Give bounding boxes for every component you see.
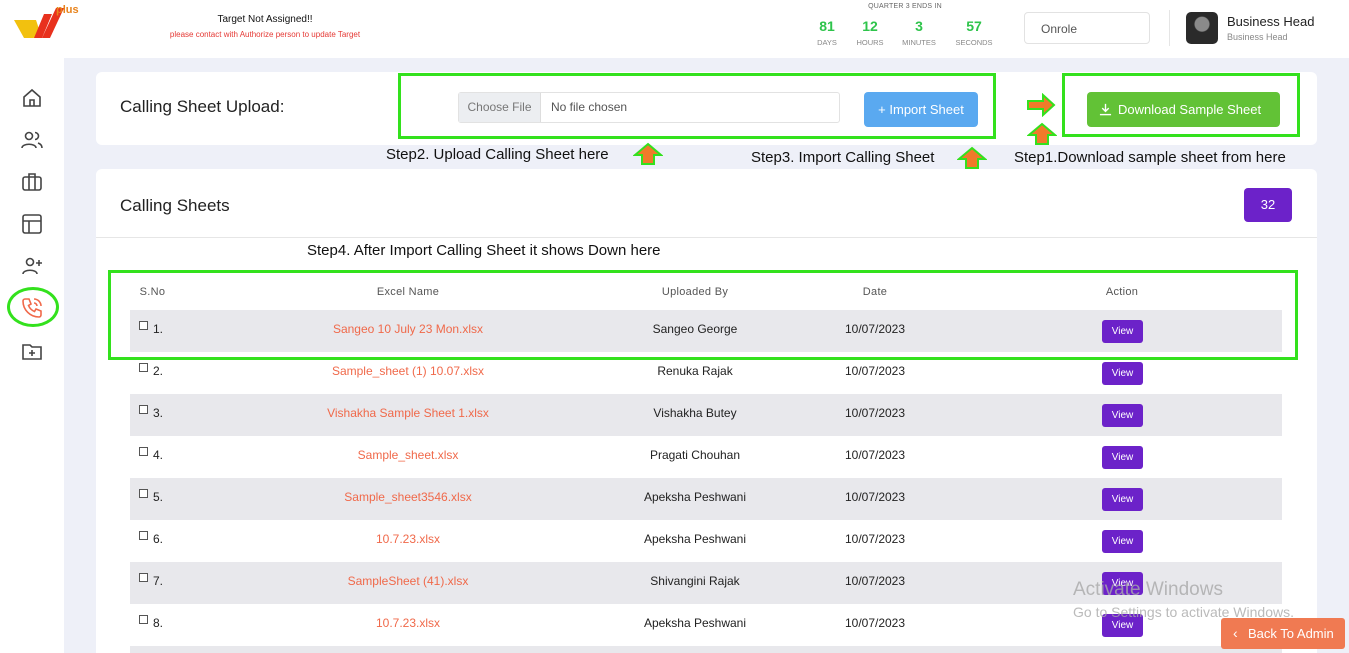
layout-icon[interactable] xyxy=(20,212,44,236)
annotation-box-upload xyxy=(398,73,996,139)
countdown-minutes: 3 MINUTES xyxy=(894,18,944,47)
row-checkbox[interactable] xyxy=(139,405,148,414)
row-date: 10/07/2023 xyxy=(844,490,906,504)
upload-title: Calling Sheet Upload: xyxy=(120,97,285,116)
chevron-left-icon: ‹ xyxy=(1233,625,1238,641)
row-file-link[interactable]: 10.7.23.xlsx xyxy=(260,532,556,546)
countdown-label: HOURS xyxy=(856,38,884,47)
row-file-link[interactable]: Sample_sheet (1) 10.07.xlsx xyxy=(260,364,556,378)
arrow-up-icon xyxy=(633,142,663,165)
row-sno: 6. xyxy=(153,532,164,546)
add-user-icon[interactable] xyxy=(20,254,44,278)
target-status-subtitle: please contact with Authorize person to … xyxy=(169,30,361,39)
countdown-heading: QUARTER 3 ENDS IN xyxy=(868,3,942,10)
countdown-value: 57 xyxy=(966,18,982,34)
user-role: Business Head xyxy=(1227,32,1288,42)
table-row: 5. Sample_sheet3546.xlsx Apeksha Peshwan… xyxy=(130,478,1282,520)
sheet-count-badge: 32 xyxy=(1244,188,1292,222)
row-sno: 5. xyxy=(153,490,164,504)
folder-plus-icon[interactable] xyxy=(20,339,44,363)
user-name[interactable]: Business Head xyxy=(1227,14,1314,29)
arrow-up-icon xyxy=(957,146,987,169)
row-sno: 7. xyxy=(153,574,164,588)
row-date: 10/07/2023 xyxy=(844,364,906,378)
table-row: 6. 10.7.23.xlsx Apeksha Peshwani 10/07/2… xyxy=(130,520,1282,562)
active-item-highlight xyxy=(7,287,59,327)
header-divider xyxy=(1169,10,1170,46)
card-divider xyxy=(96,237,1317,238)
table-row: 4. Sample_sheet.xlsx Pragati Chouhan 10/… xyxy=(130,436,1282,478)
row-checkbox[interactable] xyxy=(139,615,148,624)
top-header: plus Target Not Assigned!! please contac… xyxy=(0,0,1349,58)
row-uploaded-by: Renuka Rajak xyxy=(657,364,733,378)
avatar[interactable] xyxy=(1186,12,1218,44)
row-checkbox[interactable] xyxy=(139,489,148,498)
countdown-label: SECONDS xyxy=(955,38,993,47)
annotation-step1: Step1.Download sample sheet from here xyxy=(1014,149,1286,166)
row-date: 10/07/2023 xyxy=(844,406,906,420)
arrow-up-icon xyxy=(1027,122,1057,145)
row-date: 10/07/2023 xyxy=(844,574,906,588)
w-plus-logo[interactable] xyxy=(12,4,92,44)
calling-sheets-title: Calling Sheets xyxy=(120,196,230,215)
row-date: 10/07/2023 xyxy=(844,448,906,462)
row-file-link[interactable]: Vishakha Sample Sheet 1.xlsx xyxy=(260,406,556,420)
sidebar xyxy=(0,58,64,653)
row-sno: 2. xyxy=(153,364,164,378)
briefcase-icon[interactable] xyxy=(20,170,44,194)
home-icon[interactable] xyxy=(20,86,44,110)
row-sno: 3. xyxy=(153,406,164,420)
row-uploaded-by: Apeksha Peshwani xyxy=(643,616,747,630)
row-checkbox[interactable] xyxy=(139,573,148,582)
table-row: 3. Vishakha Sample Sheet 1.xlsx Vishakha… xyxy=(130,394,1282,436)
annotation-step2: Step2. Upload Calling Sheet here xyxy=(386,146,609,163)
countdown-label: MINUTES xyxy=(902,38,936,47)
row-checkbox[interactable] xyxy=(139,447,148,456)
view-button[interactable]: View xyxy=(1102,404,1143,427)
countdown-hours: 12 HOURS xyxy=(845,18,895,47)
table-row xyxy=(130,646,1282,653)
back-to-admin-button[interactable]: ‹ Back To Admin xyxy=(1221,618,1345,649)
row-date: 10/07/2023 xyxy=(844,532,906,546)
row-file-link[interactable]: Sample_sheet.xlsx xyxy=(260,448,556,462)
row-file-link[interactable]: 10.7.23.xlsx xyxy=(260,616,556,630)
status-select[interactable]: Onrole xyxy=(1024,12,1150,44)
countdown-value: 3 xyxy=(915,18,923,34)
row-checkbox[interactable] xyxy=(139,531,148,540)
row-uploaded-by: Pragati Chouhan xyxy=(649,448,741,462)
row-file-link[interactable]: SampleSheet (41).xlsx xyxy=(260,574,556,588)
users-icon[interactable] xyxy=(20,128,44,152)
annotation-step3: Step3. Import Calling Sheet xyxy=(751,149,935,166)
countdown-seconds: 57 SECONDS xyxy=(949,18,999,47)
arrow-right-icon xyxy=(1027,93,1056,117)
view-button[interactable]: View xyxy=(1102,446,1143,469)
row-uploaded-by: Shivangini Rajak xyxy=(650,574,740,588)
row-file-link[interactable]: Sample_sheet3546.xlsx xyxy=(260,490,556,504)
view-button[interactable]: View xyxy=(1102,530,1143,553)
view-button[interactable]: View xyxy=(1102,362,1143,385)
windows-watermark-title: Activate Windows xyxy=(1073,579,1223,600)
annotation-box-table xyxy=(108,270,1298,360)
row-sno: 4. xyxy=(153,448,164,462)
row-uploaded-by: Apeksha Peshwani xyxy=(643,532,747,546)
annotation-box-download xyxy=(1062,73,1300,137)
row-uploaded-by: Apeksha Peshwani xyxy=(643,490,747,504)
back-to-admin-label: Back To Admin xyxy=(1248,626,1334,641)
row-sno: 8. xyxy=(153,616,164,630)
view-button[interactable]: View xyxy=(1102,488,1143,511)
row-uploaded-by: Vishakha Butey xyxy=(653,406,737,420)
row-checkbox[interactable] xyxy=(139,363,148,372)
annotation-step4: Step4. After Import Calling Sheet it sho… xyxy=(307,242,661,259)
target-status-title: Target Not Assigned!! xyxy=(217,14,313,25)
row-date: 10/07/2023 xyxy=(844,616,906,630)
countdown-value: 12 xyxy=(862,18,878,34)
logo-plus-text: plus xyxy=(56,4,79,16)
